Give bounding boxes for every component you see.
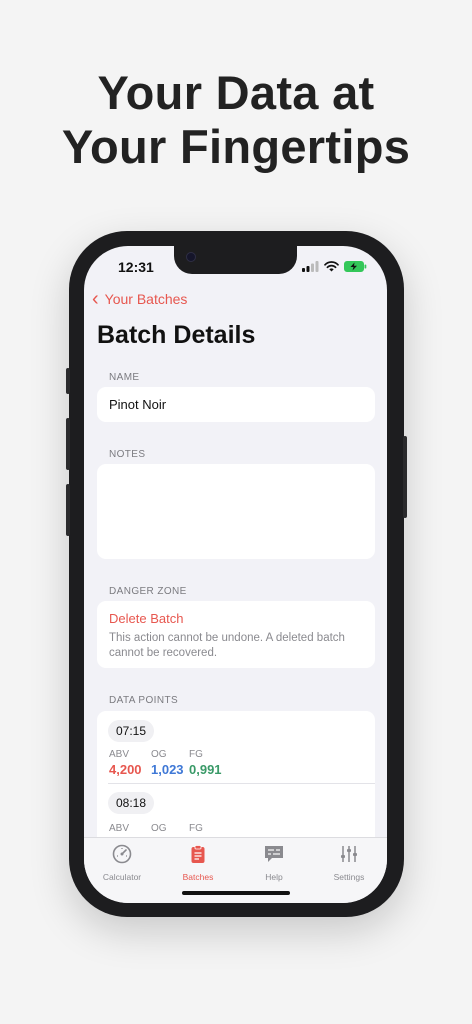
delete-warning-text: This action cannot be undone. A deleted … <box>109 632 345 659</box>
headline-line-1: Your Data at <box>97 66 375 119</box>
power-button <box>403 436 407 518</box>
gauge-icon <box>112 844 132 864</box>
abv-value: 4,200 <box>109 762 142 777</box>
clipboard-icon <box>191 845 205 863</box>
tab-label: Settings <box>333 872 365 882</box>
sliders-icon <box>341 846 357 862</box>
tab-label: Batches <box>182 872 214 882</box>
notes-textarea[interactable] <box>97 464 375 559</box>
tab-batches[interactable]: Batches <box>160 844 236 882</box>
danger-section-label: DANGER ZONE <box>109 586 187 597</box>
og-value: 1,023 <box>151 762 184 777</box>
name-field[interactable]: Pinot Noir <box>97 387 375 422</box>
fg-value: 0,991 <box>189 762 222 777</box>
danger-zone-card: Delete Batch This action cannot be undon… <box>97 601 375 668</box>
wifi-icon <box>324 261 339 272</box>
signal-icon <box>302 261 319 272</box>
chat-bubble-icon <box>265 846 283 862</box>
back-button[interactable]: ‹ Your Batches <box>92 288 188 310</box>
front-camera <box>186 252 196 262</box>
data-points-section-label: DATA POINTS <box>109 695 179 706</box>
name-section-label: NAME <box>109 372 140 383</box>
fg-label: FG <box>189 823 203 834</box>
phone-screen: 12:31 ‹ Your Batches Batch Details NAME … <box>84 246 387 903</box>
status-icons <box>302 261 367 272</box>
data-point-time[interactable]: 08:18 <box>108 792 155 814</box>
notes-section-label: NOTES <box>109 449 146 460</box>
tab-settings[interactable]: Settings <box>311 844 387 882</box>
tab-label: Calculator <box>102 872 142 882</box>
headline-line-2: Your Fingertips <box>61 120 411 173</box>
back-label: Your Batches <box>104 291 188 307</box>
volume-up-button <box>66 418 70 470</box>
abv-label: ABV <box>109 823 130 834</box>
tab-help[interactable]: Help <box>236 844 312 882</box>
volume-down-button <box>66 484 70 536</box>
delete-batch-button[interactable]: Delete Batch <box>109 611 183 626</box>
tab-calculator[interactable]: Calculator <box>84 844 160 882</box>
name-field-value: Pinot Noir <box>109 397 167 412</box>
data-point-time[interactable]: 07:15 <box>108 720 155 742</box>
row-divider <box>108 783 375 784</box>
data-points-list: 07:15 ABV OG FG 4,200 1,023 0,991 08:18 … <box>97 711 375 851</box>
notch <box>174 246 297 274</box>
og-label: OG <box>151 749 167 760</box>
abv-label: ABV <box>109 749 130 760</box>
fg-label: FG <box>189 749 203 760</box>
chevron-left-icon: ‹ <box>92 288 99 310</box>
home-indicator <box>182 891 290 895</box>
tab-bar: Calculator Batches Help Settings <box>84 837 387 903</box>
status-time: 12:31 <box>118 259 154 275</box>
tab-label: Help <box>265 872 283 882</box>
battery-charging-icon <box>344 261 367 272</box>
og-label: OG <box>151 823 167 834</box>
promo-headline: Your Data at Your Fingertips <box>0 66 472 174</box>
mute-switch <box>66 368 70 394</box>
page-title: Batch Details <box>97 321 256 349</box>
